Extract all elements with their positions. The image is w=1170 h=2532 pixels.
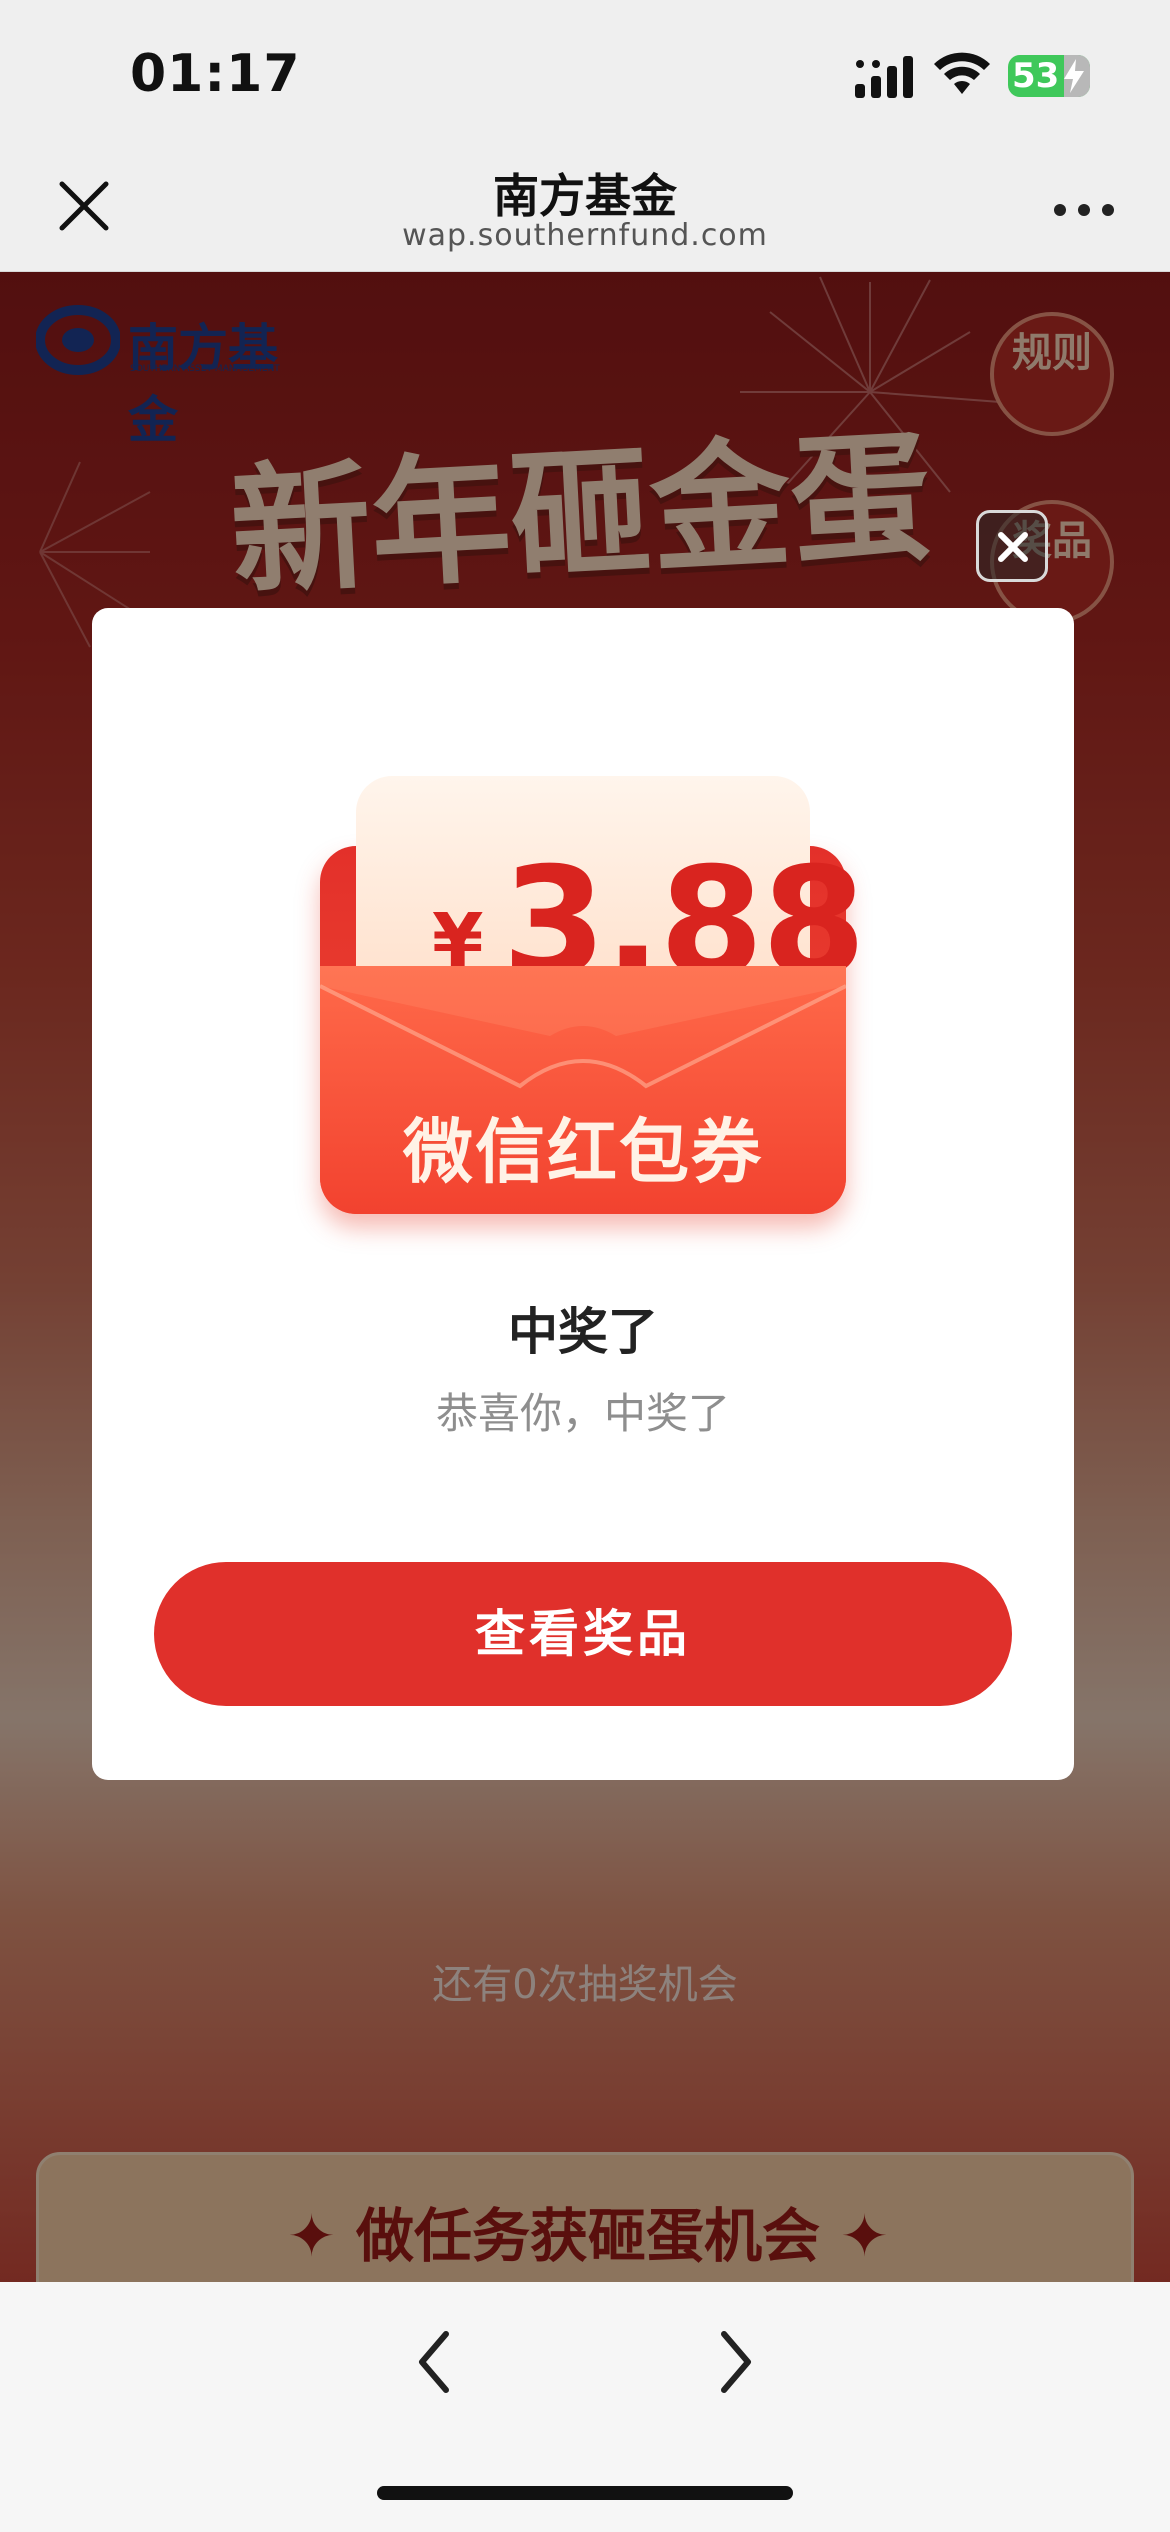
battery-level: 53	[1012, 56, 1060, 96]
browser-nav-bar: 南方基金 wap.southernfund.com	[0, 150, 1170, 272]
home-indicator[interactable]	[377, 2486, 793, 2500]
status-bar: 01:17 53	[0, 0, 1170, 150]
back-arrow-icon[interactable]	[410, 2322, 460, 2402]
page-url: wap.southernfund.com	[402, 218, 768, 253]
envelope-label: 微信红包券	[403, 1111, 763, 1193]
wifi-icon	[934, 52, 990, 94]
view-prize-button[interactable]: 查看奖品	[154, 1562, 1012, 1706]
prize-modal: ¥ 3.88 微信红包券 中奖了 恭喜你，中奖了 查看奖品	[92, 608, 1074, 1780]
battery-charging-icon: 53	[1008, 55, 1090, 97]
forward-arrow-icon[interactable]	[710, 2322, 760, 2402]
red-envelope-coupon: ¥ 3.88 微信红包券	[320, 776, 866, 1214]
page-title: 南方基金	[493, 169, 677, 223]
win-title: 中奖了	[508, 1303, 658, 1361]
modal-close-button[interactable]	[976, 510, 1048, 582]
status-time: 01:17	[130, 44, 301, 104]
close-icon	[998, 532, 1028, 562]
more-icon[interactable]	[1052, 200, 1116, 220]
win-subtitle: 恭喜你，中奖了	[435, 1389, 730, 1438]
envelope-flap	[320, 966, 846, 1089]
cellular-signal-icon	[855, 56, 913, 98]
